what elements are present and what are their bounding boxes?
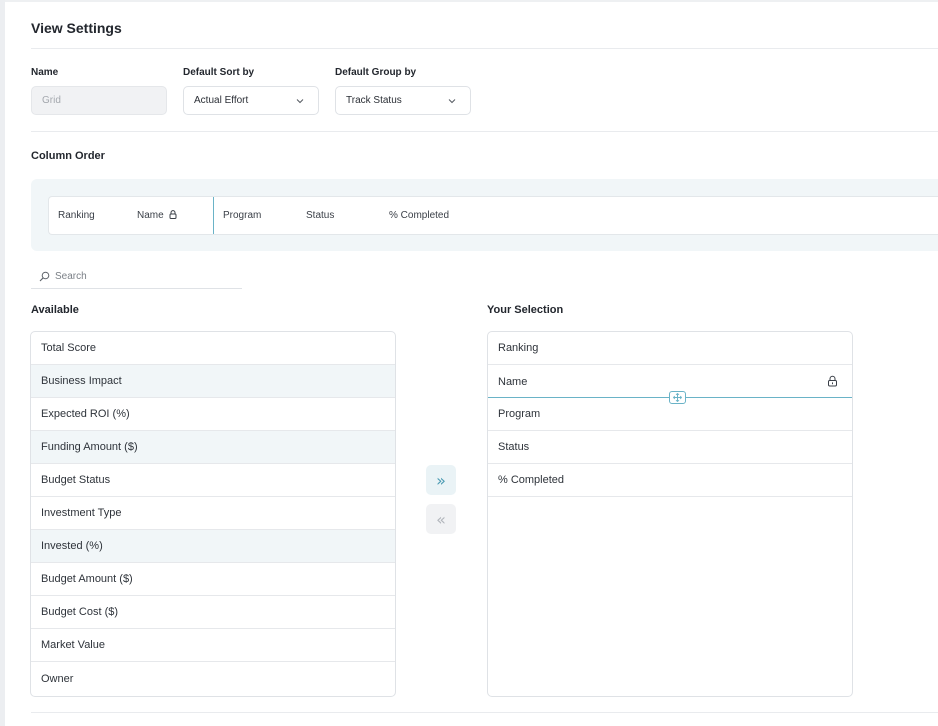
divider bbox=[31, 712, 938, 713]
column-chip[interactable]: Status bbox=[306, 210, 334, 221]
list-item[interactable]: Business Impact bbox=[31, 365, 395, 398]
lock-icon bbox=[828, 375, 837, 387]
list-item[interactable]: Budget Amount ($) bbox=[31, 563, 395, 596]
list-item[interactable]: Investment Type bbox=[31, 497, 395, 530]
group-select[interactable]: Track Status bbox=[335, 86, 471, 115]
sort-select[interactable]: Actual Effort bbox=[183, 86, 319, 115]
drag-handle-icon[interactable] bbox=[669, 391, 686, 404]
lock-icon bbox=[169, 210, 177, 219]
column-chip[interactable]: Ranking bbox=[58, 210, 95, 221]
available-list: Total Score Business Impact Expected ROI… bbox=[30, 331, 396, 697]
list-item[interactable]: Budget Status bbox=[31, 464, 395, 497]
column-chip[interactable]: Name bbox=[137, 210, 177, 221]
remove-columns-button[interactable]: « bbox=[426, 504, 456, 534]
column-chip[interactable]: % Completed bbox=[389, 210, 449, 221]
pin-divider bbox=[213, 197, 214, 234]
left-rail bbox=[0, 0, 5, 726]
list-item[interactable]: Ranking bbox=[488, 332, 852, 365]
list-item[interactable]: Budget Cost ($) bbox=[31, 596, 395, 629]
sort-label: Default Sort by bbox=[183, 67, 255, 78]
column-chip-label: Name bbox=[137, 210, 164, 221]
page-title: View Settings bbox=[31, 20, 122, 36]
list-item[interactable]: Invested (%) bbox=[31, 530, 395, 563]
search-input[interactable] bbox=[55, 271, 235, 282]
list-item[interactable]: % Completed bbox=[488, 464, 852, 497]
sort-value: Actual Effort bbox=[194, 95, 249, 106]
divider bbox=[31, 48, 938, 49]
add-columns-button[interactable]: » bbox=[426, 465, 456, 495]
list-item-label: Name bbox=[498, 375, 528, 388]
list-item[interactable]: Funding Amount ($) bbox=[31, 431, 395, 464]
selection-list: Ranking Name Program Status % Completed bbox=[487, 331, 853, 697]
divider bbox=[31, 131, 938, 132]
list-item[interactable]: Status bbox=[488, 431, 852, 464]
column-chip[interactable]: Program bbox=[223, 210, 261, 221]
available-label: Available bbox=[31, 304, 79, 316]
column-order-title: Column Order bbox=[31, 150, 105, 162]
list-item[interactable]: Market Value bbox=[31, 629, 395, 662]
list-item[interactable]: Expected ROI (%) bbox=[31, 398, 395, 431]
search-icon bbox=[39, 271, 50, 282]
chevron-down-icon bbox=[448, 99, 456, 104]
top-divider bbox=[5, 0, 938, 2]
name-label: Name bbox=[31, 67, 59, 78]
list-item[interactable]: Total Score bbox=[31, 332, 395, 365]
name-field[interactable]: Grid bbox=[31, 86, 167, 115]
name-value: Grid bbox=[42, 95, 61, 106]
group-label: Default Group by bbox=[335, 67, 417, 78]
selection-label: Your Selection bbox=[487, 304, 564, 316]
column-order-strip: Ranking Name Program Status % Completed bbox=[48, 196, 938, 235]
list-item[interactable]: Owner bbox=[31, 662, 395, 695]
chevron-down-icon bbox=[296, 99, 304, 104]
group-value: Track Status bbox=[346, 95, 402, 106]
column-order-area: Ranking Name Program Status % Completed bbox=[31, 179, 938, 251]
search-box[interactable] bbox=[31, 265, 242, 289]
